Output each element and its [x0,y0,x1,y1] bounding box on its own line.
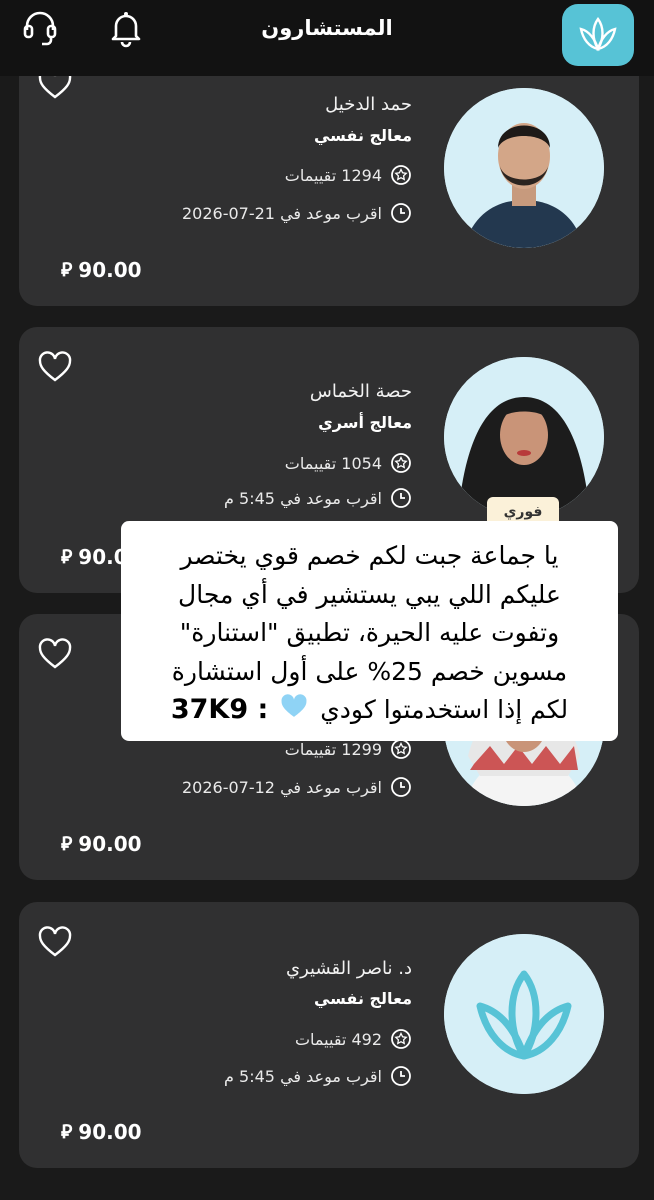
avatar [444,357,604,517]
heart-icon[interactable] [37,76,73,100]
promo-line: مسوين خصم 25% على أول استشارة [171,656,568,686]
ratings-count: 1299 تقييمات [284,739,382,759]
consultant-name: حصة الخماس [309,381,412,402]
ratings-row: 492 تقييمات [295,1028,412,1050]
ratings-row: 1054 تقييمات [285,452,412,474]
heart-icon[interactable] [37,926,73,958]
price: ⃁ 90.00 [61,258,142,282]
star-badge-icon [391,1029,411,1049]
promo-code: : 37K9 [170,694,269,725]
price-value: 90.00 [78,258,142,282]
next-slot: اقرب موعد في 12-07-2026 [181,777,382,797]
next-slot-row: اقرب موعد في 5:45 م [224,1065,412,1087]
promo-line: لكم إذا استخدمتوا كودي : 37K9 [135,691,604,730]
consultant-role: معالج أسري [318,413,412,432]
consultant-card[interactable]: د. ناصر القشيري معالج نفسي 492 تقييمات ا… [19,902,639,1168]
consultant-card[interactable]: حمد الدخيل معالج نفسي 1294 تقييمات اقرب … [19,76,639,306]
ratings-row: 1294 تقييمات [285,164,412,186]
promo-line: وتفوت عليه الحيرة، تطبيق "استنارة" [179,618,560,647]
light-blue-heart-icon [280,692,308,731]
ratings-count: 1294 تقييمات [284,165,382,185]
next-slot-row: اقرب موعد في 21-07-2026 [182,202,412,224]
currency-symbol: ⃁ [61,1121,73,1143]
clock-icon [391,488,411,508]
star-badge-icon [391,453,411,473]
page-title: المستشارون [261,16,393,40]
ratings-count: 1054 تقييمات [284,453,382,473]
consultant-role: معالج نفسي [313,989,412,1008]
top-bar: المستشارون [0,0,654,76]
next-slot-row: اقرب موعد في 5:45 م [224,487,412,509]
next-slot-row: اقرب موعد في 12-07-2026 [182,776,412,798]
consultant-name: د. ناصر القشيري [286,958,412,979]
avatar [444,88,604,248]
clock-icon [391,203,411,223]
clock-icon [391,1066,411,1086]
star-badge-icon [391,739,411,759]
price-value: 90.00 [78,1120,142,1144]
price: ⃁ 90.00 [61,1120,142,1144]
promo-line: عليكم اللي يبي يستشير في أي مجال [178,579,561,609]
lotus-logo[interactable] [562,4,634,66]
currency-symbol: ⃁ [61,833,73,855]
clock-icon [391,777,411,797]
price-value: 90.00 [78,832,142,856]
heart-icon[interactable] [37,638,73,670]
currency-symbol: ⃁ [61,259,73,281]
price: ⃁ 90.00 [61,832,142,856]
star-badge-icon [391,165,411,185]
next-slot: اقرب موعد في 5:45 م [224,1066,382,1086]
ratings-count: 492 تقييمات [294,1029,382,1049]
promo-line-prefix: لكم إذا استخدمتوا كودي [320,695,569,724]
next-slot: اقرب موعد في 5:45 م [224,488,382,508]
currency-symbol: ⃁ [61,546,73,568]
lotus-logo [444,934,604,1094]
promo-line: يا جماعة جبت لكم خصم قوي يختصر [180,541,559,570]
promo-text-overlay: يا جماعة جبت لكم خصم قوي يختصر عليكم الل… [121,521,618,741]
ratings-row: 1299 تقييمات [285,738,412,760]
consultant-name: حمد الدخيل [325,94,412,115]
heart-icon[interactable] [37,351,73,383]
next-slot: اقرب موعد في 21-07-2026 [181,203,382,223]
consultant-role: معالج نفسي [313,126,412,145]
